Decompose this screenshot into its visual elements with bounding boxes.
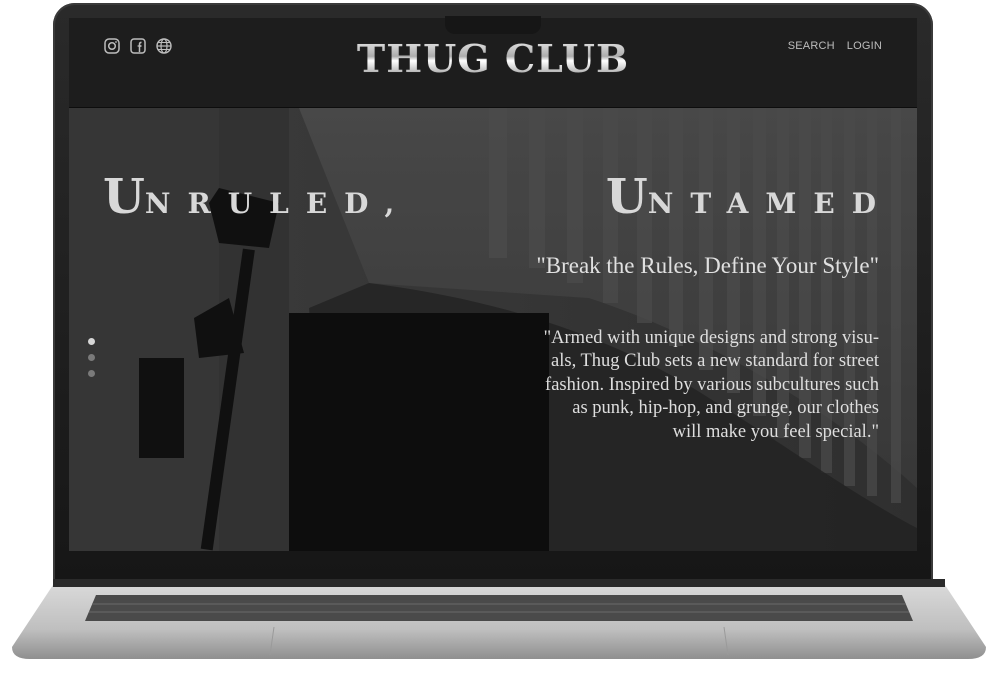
slide-dot[interactable] — [88, 354, 95, 361]
header-nav: SEARCH LOGIN — [788, 40, 882, 52]
hero-description: "Armed with unique designs and strong vi… — [543, 327, 879, 442]
laptop-screen: THUG CLUB SEARCH LOGIN UNRULED, UNTAMED … — [69, 18, 917, 551]
laptop-mockup: THUG CLUB SEARCH LOGIN UNRULED, UNTAMED … — [0, 0, 1004, 673]
headline-word-2: Untamed — [605, 169, 893, 226]
hero-section: Unruled, Untamed "Break the Rules, Defin… — [69, 108, 917, 551]
hero-headline: Unruled, Untamed — [103, 169, 893, 225]
headline-word-1: Unruled, — [103, 169, 412, 226]
slide-indicators — [88, 338, 95, 377]
login-link[interactable]: LOGIN — [847, 40, 882, 52]
slide-dot-active[interactable] — [88, 338, 95, 345]
laptop-base — [12, 579, 986, 659]
slide-dot[interactable] — [88, 370, 95, 377]
camera-notch — [445, 16, 541, 34]
hero-tagline: "Break the Rules, Define Your Style" — [536, 253, 879, 278]
search-link[interactable]: SEARCH — [788, 40, 835, 52]
